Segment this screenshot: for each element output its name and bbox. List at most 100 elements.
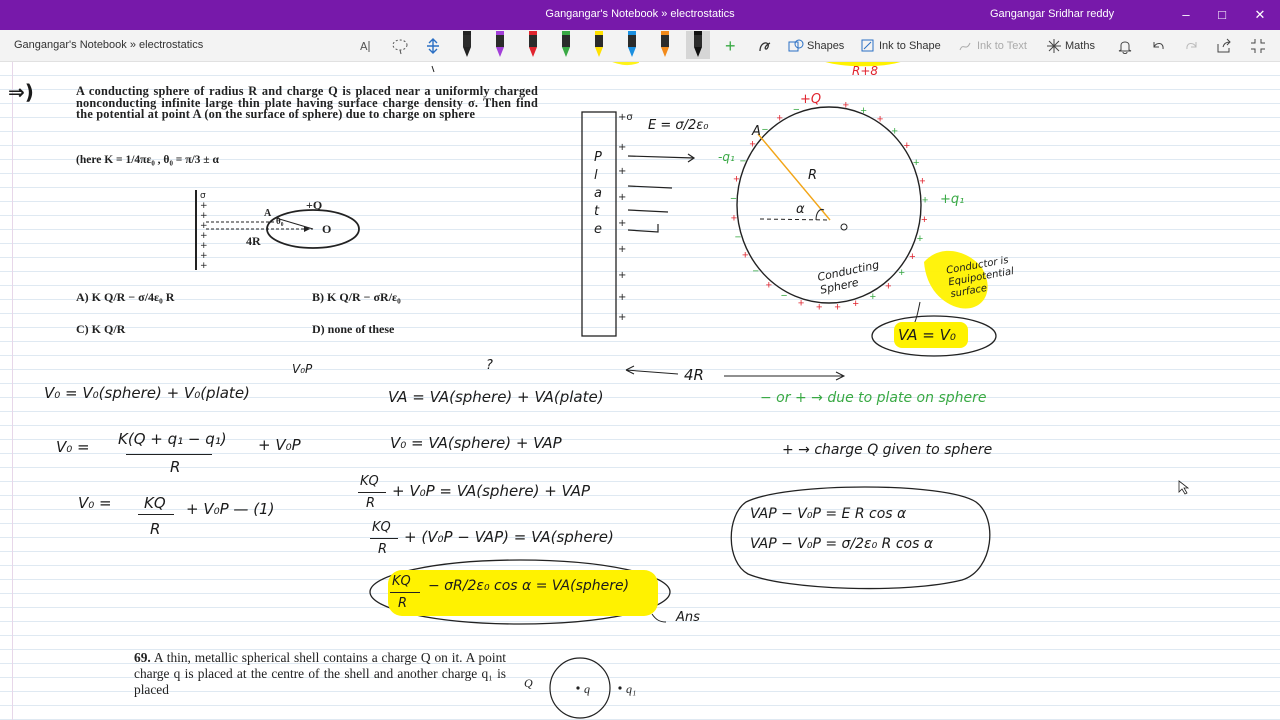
va-equals-v0: VA = V₀ [898, 326, 956, 344]
given-charge-mark: + [909, 251, 915, 263]
lasso-text-select-icon[interactable]: A [358, 34, 376, 58]
pen-orange-icon[interactable] [658, 31, 672, 59]
lasso-select-icon[interactable] [390, 34, 410, 58]
ink-replay-icon[interactable] [756, 34, 774, 58]
ink-to-shape-button[interactable]: Ink to Shape [860, 34, 941, 58]
ribbon-toolbar: Gangangar's Notebook » electrostatics A … [0, 30, 1280, 62]
question-69: 69. A thin, metallic spherical shell con… [134, 650, 506, 698]
plus-q1-label: +q₁ [940, 192, 965, 207]
shapes-button[interactable]: Shapes [788, 34, 844, 58]
given-charge-mark: + [852, 298, 858, 310]
negative-charge-mark: − [735, 232, 741, 244]
option-c: C) K Q/R [76, 322, 126, 336]
positive-charge-mark: + [913, 157, 919, 169]
q69-outer-q: Q [524, 676, 533, 690]
answer-rhs: − σR/2ε₀ cos α = VA(sphere) [428, 578, 630, 594]
v0-line-2-bar [126, 454, 212, 455]
pen-green-icon[interactable] [559, 31, 573, 59]
pen-purple-icon[interactable] [493, 31, 507, 59]
negative-charge-mark: − [793, 104, 799, 116]
v0p-annotation: V₀P [292, 362, 313, 376]
v0-line-3-num: KQ [144, 494, 166, 512]
va-line-4-bar [370, 538, 398, 539]
q69-inner-q: q [584, 682, 590, 696]
given-charge-mark: + [733, 174, 739, 186]
va-line-4-num: KQ [372, 520, 391, 535]
v0-line-1: V₀ = V₀(sphere) + V₀(plate) [44, 384, 250, 402]
va-line-4-tail: + (V₀P − VAP) = VA(sphere) [404, 528, 614, 546]
notebook-breadcrumb[interactable]: Gangangar's Notebook » electrostatics [14, 39, 203, 51]
figure-center-o: O [322, 222, 332, 236]
plate-letter: e [594, 222, 602, 237]
va-line-3-den: R [366, 496, 376, 511]
svg-text:+: + [200, 211, 208, 221]
alpha-label: α [796, 202, 805, 217]
svg-text:σ: σ [200, 191, 206, 201]
svg-text:+: + [200, 241, 208, 251]
maths-button[interactable]: Maths [1046, 34, 1095, 58]
maximize-icon[interactable]: □ [1212, 5, 1232, 25]
ans-label: Ans [676, 610, 700, 625]
svg-text:A: A [360, 40, 368, 53]
given-charge-mark: + [816, 301, 822, 313]
va-line-1: VA = VA(sphere) + VA(plate) [388, 388, 604, 406]
user-name[interactable]: Gangangar Sridhar reddy [990, 8, 1114, 20]
add-pen-icon[interactable]: + [725, 34, 736, 58]
title-bar: Gangangar's Notebook » electrostatics Ga… [0, 0, 1280, 30]
svg-text:+: + [618, 218, 626, 229]
svg-text:+: + [618, 192, 626, 203]
legend-1-text: − or + → due to plate on sphere [760, 390, 987, 406]
add-space-icon[interactable] [424, 34, 442, 58]
legend-plate-charges: − or + → due to plate on sphere [760, 388, 1050, 408]
close-icon[interactable]: ✕ [1250, 5, 1270, 25]
top-note: R+8 [852, 64, 879, 78]
notification-bell-icon[interactable] [1117, 34, 1133, 58]
pen-yellow-icon[interactable] [592, 31, 606, 59]
e-field-note: E = σ/2ε₀ [648, 118, 709, 133]
pen-red-icon[interactable] [526, 31, 540, 59]
negative-charge-mark: − [730, 193, 736, 205]
v0-line-3-den: R [150, 520, 161, 538]
figure-point-a: A [264, 208, 272, 219]
va-line-3-tail: + V₀P = VA(sphere) + VAP [392, 482, 591, 500]
full-page-view-icon[interactable] [1250, 34, 1266, 58]
positive-charge-mark: + [860, 105, 866, 117]
negative-charge-mark: − [740, 155, 746, 167]
figure-distance: 4R [246, 234, 261, 248]
share-icon[interactable] [1216, 34, 1232, 58]
va-line-3-bar [358, 492, 386, 493]
va-line-4-den: R [378, 542, 388, 557]
negative-charge-mark: − [762, 124, 768, 136]
negative-charge-mark: − [781, 290, 787, 302]
va-line-2: V₀ = VA(sphere) + VAP [390, 434, 562, 452]
q69-q1: q₁ [626, 682, 637, 696]
v0-line-2-den: R [170, 458, 181, 476]
redo-icon[interactable] [1184, 34, 1200, 58]
given-charge-mark: + [834, 302, 840, 314]
box-line-1: VAP − V₀P = E R cos α [750, 506, 907, 522]
svg-text:+: + [200, 261, 208, 271]
problem-statement: A conducting sphere of radius R and char… [76, 84, 538, 121]
answer-box [369, 559, 671, 625]
option-b: B) K Q/R − σR/ε₀ [312, 290, 401, 304]
ink-to-text-button[interactable]: Ink to Text [958, 34, 1027, 58]
given-charge-mark: + [777, 113, 783, 125]
minimize-icon[interactable]: – [1176, 5, 1196, 25]
pen-black-icon[interactable] [460, 31, 474, 59]
v0-line-3-tail: + V₀P — (1) [186, 500, 275, 518]
undo-icon[interactable] [1150, 34, 1166, 58]
svg-text:+σ: +σ [618, 112, 633, 123]
radius-label: R [808, 168, 818, 183]
pen-black-selected-icon[interactable] [686, 31, 710, 59]
answer-den: R [398, 596, 408, 611]
legend-given-charge: + → charge Q given to sphere [782, 440, 1062, 460]
svg-text:+: + [618, 142, 626, 153]
distance-arrow [625, 365, 846, 381]
positive-charge-mark: + [922, 195, 928, 207]
pen-blue-icon[interactable] [625, 31, 639, 59]
plate-letter: t [594, 204, 600, 219]
plate-letter: a [594, 186, 602, 201]
question-mark: ? [486, 358, 493, 373]
note-page[interactable]: R+8 ⇒) A conducting sphere of radius R a… [0, 62, 1280, 720]
v0-line-2-lhs: V₀ = [56, 438, 90, 456]
